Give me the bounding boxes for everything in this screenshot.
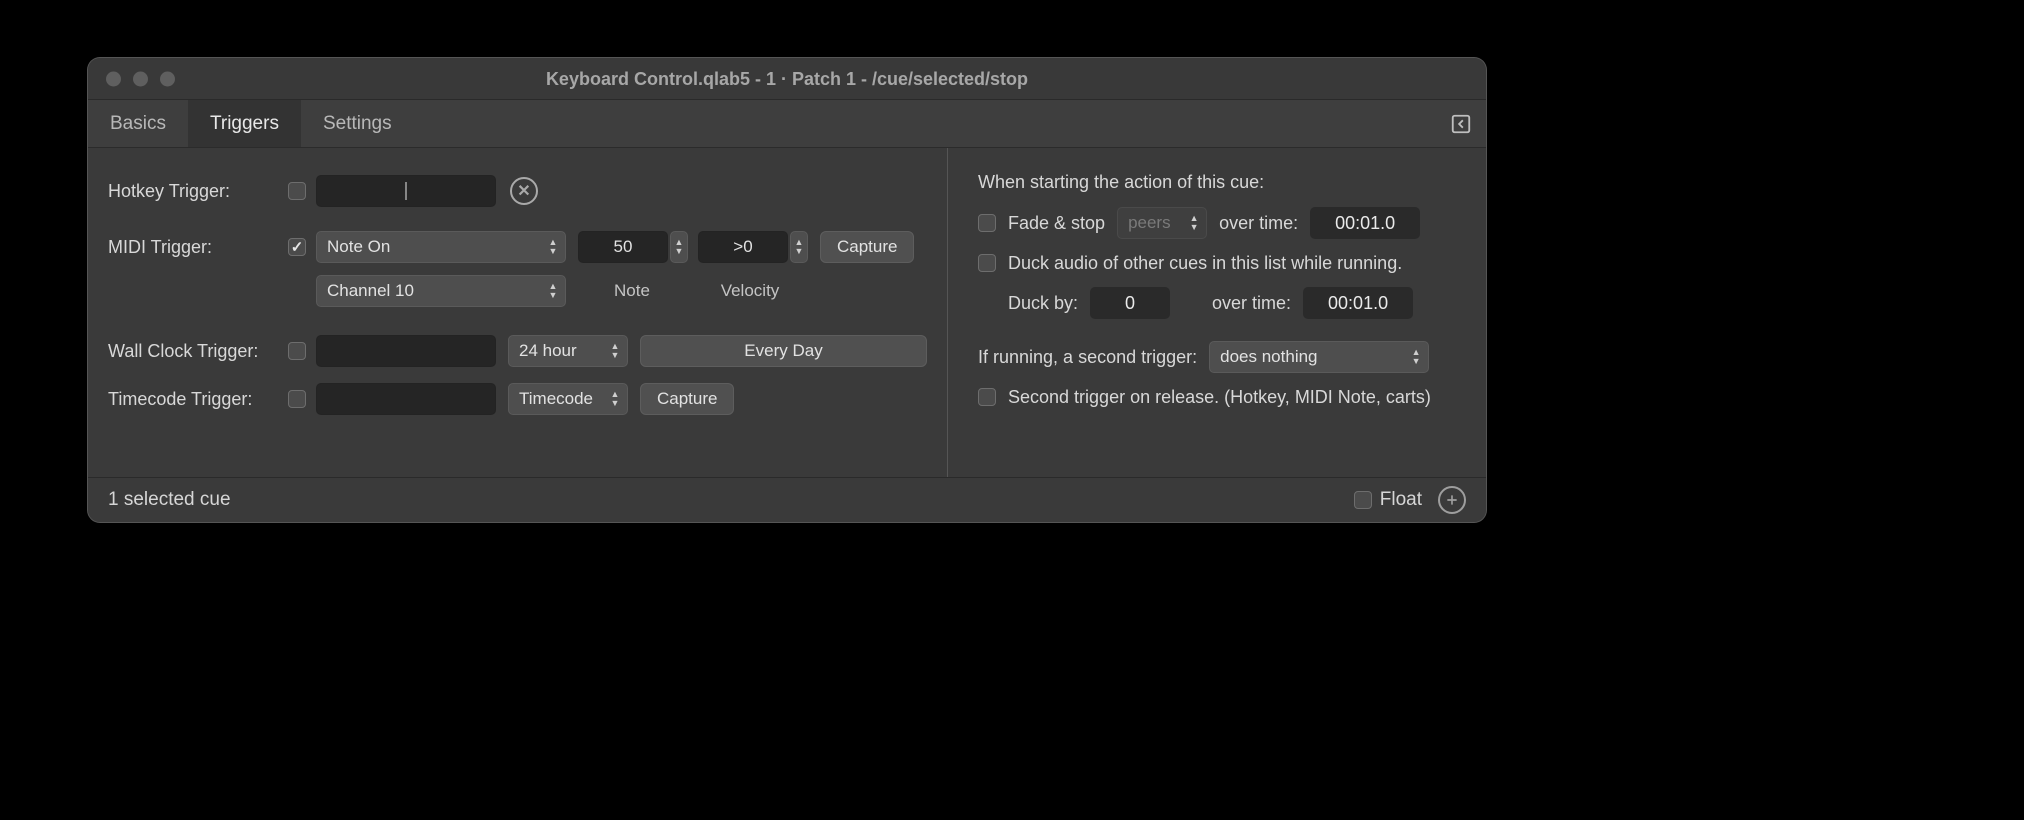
action-header-label: When starting the action of this cue: [978, 172, 1462, 193]
timecode-checkbox[interactable] [288, 390, 306, 408]
timecode-input[interactable] [316, 383, 496, 415]
duck-by-input[interactable]: 0 [1090, 287, 1170, 319]
status-bar: 1 selected cue Float [88, 477, 1486, 522]
midi-channel-select[interactable]: Channel 10 ▲▼ [316, 275, 566, 307]
traffic-lights [106, 71, 175, 86]
chevron-updown-icon: ▲▼ [545, 236, 561, 258]
triggers-panel: Hotkey Trigger: ✕ MIDI Trigger: Note On … [88, 148, 948, 477]
float-label: Float [1380, 489, 1422, 511]
fade-stop-label: Fade & stop [1008, 213, 1105, 234]
duck-by-label: Duck by: [1008, 293, 1078, 314]
wall-clock-days-button[interactable]: Every Day [640, 335, 927, 367]
fade-stop-target-value: peers [1128, 213, 1171, 233]
duck-by-value: 0 [1125, 293, 1135, 314]
inspector-window: Keyboard Control.qlab5 - 1 · Patch 1 - /… [88, 58, 1486, 522]
hotkey-trigger-label: Hotkey Trigger: [108, 181, 278, 202]
midi-type-value: Note On [327, 237, 390, 257]
midi-note-input[interactable]: 50 [578, 231, 668, 263]
hotkey-trigger-input[interactable] [316, 175, 496, 207]
fade-over-time-input[interactable]: 00:01.0 [1310, 207, 1420, 239]
tab-triggers[interactable]: Triggers [188, 100, 301, 147]
titlebar: Keyboard Control.qlab5 - 1 · Patch 1 - /… [88, 58, 1486, 100]
second-trigger-select[interactable]: does nothing ▲▼ [1209, 341, 1429, 373]
duck-over-time-value: 00:01.0 [1328, 293, 1388, 314]
add-inspector-button[interactable] [1438, 486, 1466, 514]
midi-velocity-stepper[interactable]: ▲▼ [790, 231, 808, 263]
chevron-updown-icon: ▲▼ [607, 388, 623, 410]
float-checkbox[interactable] [1354, 491, 1372, 509]
wall-clock-format-select[interactable]: 24 hour ▲▼ [508, 335, 628, 367]
fade-stop-checkbox[interactable] [978, 214, 996, 232]
midi-note-stepper[interactable]: ▲▼ [670, 231, 688, 263]
duck-audio-label: Duck audio of other cues in this list wh… [1008, 253, 1402, 274]
second-trigger-release-checkbox[interactable] [978, 388, 996, 406]
fade-over-time-value: 00:01.0 [1335, 213, 1395, 234]
hotkey-trigger-checkbox[interactable] [288, 182, 306, 200]
zoom-window-button[interactable] [160, 71, 175, 86]
chevron-updown-icon: ▲▼ [545, 280, 561, 302]
fade-over-time-label: over time: [1219, 213, 1298, 234]
clear-hotkey-button[interactable]: ✕ [510, 177, 538, 205]
midi-velocity-column-label: Velocity [696, 281, 804, 301]
chevron-updown-icon: ▲▼ [1186, 212, 1202, 234]
midi-velocity-value: >0 [733, 237, 752, 257]
minimize-window-button[interactable] [133, 71, 148, 86]
action-options-panel: When starting the action of this cue: Fa… [948, 148, 1486, 477]
window-title: Keyboard Control.qlab5 - 1 · Patch 1 - /… [88, 58, 1486, 100]
second-trigger-release-label: Second trigger on release. (Hotkey, MIDI… [1008, 387, 1431, 408]
fade-stop-target-select[interactable]: peers ▲▼ [1117, 207, 1207, 239]
midi-note-column-label: Note [578, 281, 686, 301]
midi-type-select[interactable]: Note On ▲▼ [316, 231, 566, 263]
tab-settings[interactable]: Settings [301, 100, 414, 147]
close-window-button[interactable] [106, 71, 121, 86]
text-cursor-icon [406, 182, 407, 200]
tab-bar: Basics Triggers Settings [88, 100, 1486, 148]
midi-channel-value: Channel 10 [327, 281, 414, 301]
chevron-updown-icon: ▲▼ [607, 340, 623, 362]
midi-trigger-label: MIDI Trigger: [108, 237, 278, 258]
plus-icon [1444, 492, 1460, 508]
timecode-format-value: Timecode [519, 389, 593, 409]
wall-clock-trigger-label: Wall Clock Trigger: [108, 341, 278, 362]
selected-cue-count: 1 selected cue [108, 489, 231, 511]
midi-trigger-checkbox[interactable] [288, 238, 306, 256]
duck-over-time-input[interactable]: 00:01.0 [1303, 287, 1413, 319]
duck-audio-checkbox[interactable] [978, 254, 996, 272]
timecode-format-select[interactable]: Timecode ▲▼ [508, 383, 628, 415]
duck-over-time-label: over time: [1212, 293, 1291, 314]
tab-basics[interactable]: Basics [88, 100, 188, 147]
second-trigger-label: If running, a second trigger: [978, 347, 1197, 368]
midi-note-value: 50 [614, 237, 633, 257]
content-area: Hotkey Trigger: ✕ MIDI Trigger: Note On … [88, 148, 1486, 477]
midi-velocity-input[interactable]: >0 [698, 231, 788, 263]
chevron-updown-icon: ▲▼ [1408, 346, 1424, 368]
timecode-trigger-label: Timecode Trigger: [108, 389, 278, 410]
wall-clock-input[interactable] [316, 335, 496, 367]
collapse-inspector-icon[interactable] [1450, 113, 1472, 135]
wall-clock-checkbox[interactable] [288, 342, 306, 360]
midi-capture-button[interactable]: Capture [820, 231, 914, 263]
close-icon: ✕ [517, 181, 530, 201]
second-trigger-value: does nothing [1220, 347, 1317, 367]
wall-clock-format-value: 24 hour [519, 341, 577, 361]
timecode-capture-button[interactable]: Capture [640, 383, 734, 415]
